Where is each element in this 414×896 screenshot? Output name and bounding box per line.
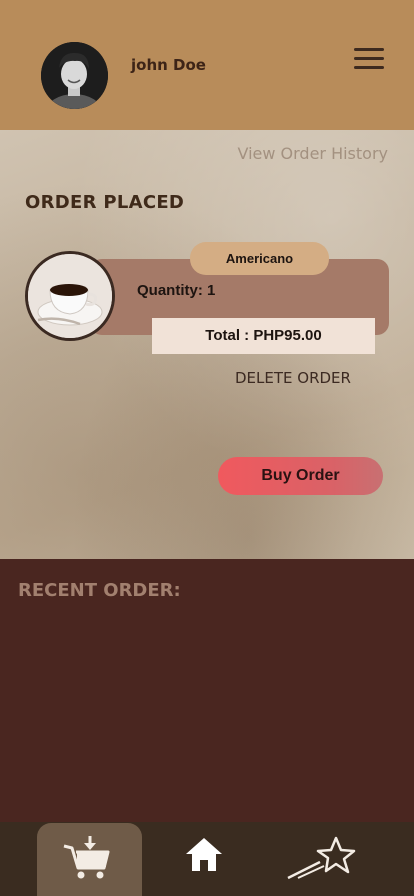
avatar[interactable]: [41, 42, 108, 109]
quantity-text: Quantity: 1: [137, 282, 216, 299]
hamburger-menu-icon[interactable]: [354, 48, 384, 70]
menu-line: [354, 48, 384, 51]
menu-line: [354, 57, 384, 60]
recent-order-title: RECENT ORDER:: [18, 580, 181, 601]
home-icon[interactable]: [184, 836, 224, 879]
section-title: ORDER PLACED: [25, 192, 185, 213]
delete-order-button[interactable]: DELETE ORDER: [235, 369, 351, 387]
shooting-star-icon[interactable]: [284, 834, 360, 887]
view-order-history-link[interactable]: View Order History: [237, 144, 388, 163]
bottom-nav: [0, 822, 414, 896]
cart-download-icon[interactable]: [60, 834, 114, 887]
recent-order-section: RECENT ORDER:: [0, 559, 414, 822]
total-price: Total : PHP95.00: [152, 318, 375, 354]
username: john Doe: [131, 56, 206, 74]
order-section: View Order History ORDER PLACED American…: [0, 130, 414, 559]
buy-order-button[interactable]: Buy Order: [218, 457, 383, 495]
app-header: john Doe: [0, 0, 414, 130]
product-name-badge: Americano: [190, 242, 329, 275]
coffee-cup-image: [25, 251, 115, 341]
menu-line: [354, 66, 384, 69]
